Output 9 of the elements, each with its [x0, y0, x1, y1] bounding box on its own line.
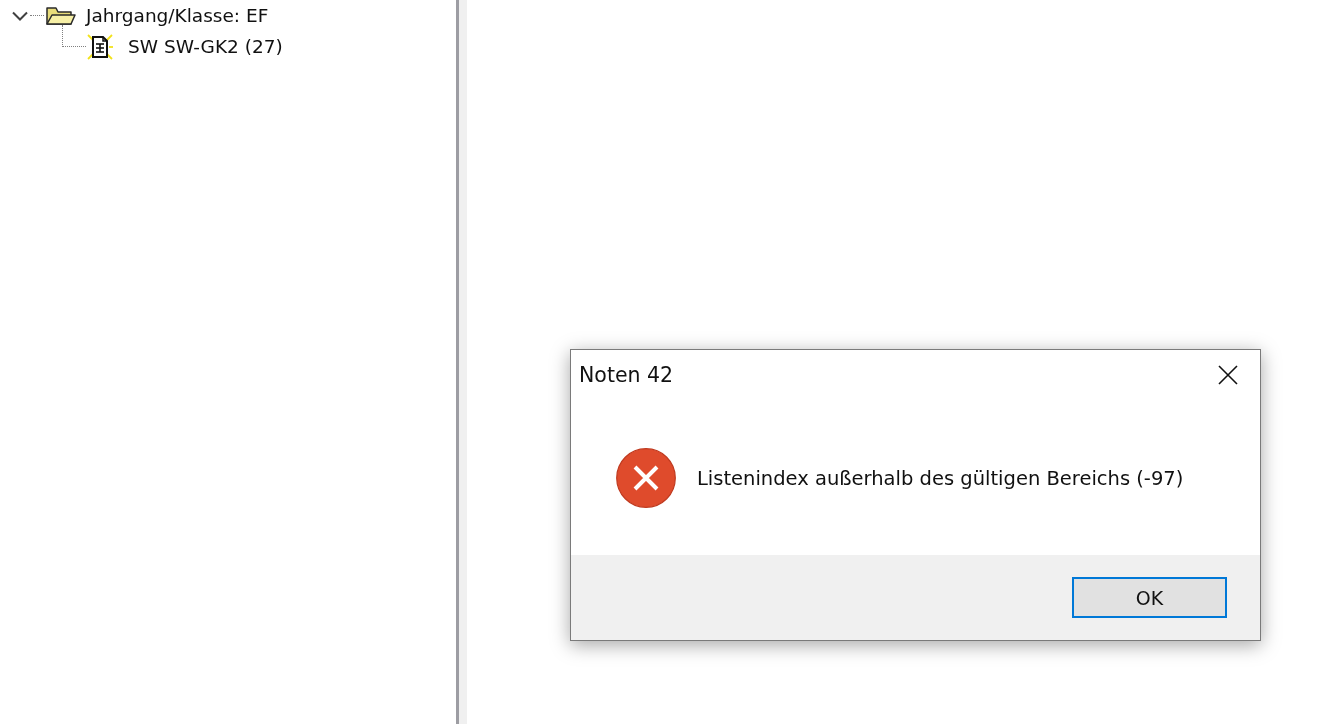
folder-icon	[46, 5, 76, 26]
error-icon	[616, 447, 676, 508]
dialog-button[interactable]: OK	[1072, 577, 1227, 618]
tree-item[interactable]: SW SW-GK2 (27)	[128, 36, 283, 57]
dialog-title: Noten 42	[579, 363, 674, 387]
error-message: Listenindex außerhalb des gültigen Bereichs (-97)	[697, 467, 1184, 490]
tree-item[interactable]: Jahrgang/Klasse: EF	[86, 5, 269, 26]
document-icon	[86, 32, 114, 61]
close-icon	[1218, 365, 1238, 385]
